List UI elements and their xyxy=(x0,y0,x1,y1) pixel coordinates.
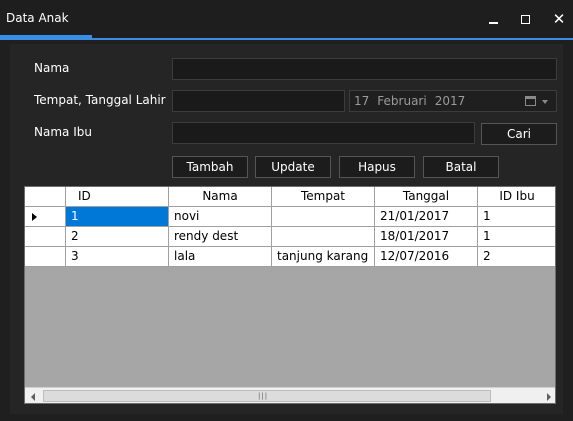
nama-ibu-input[interactable] xyxy=(172,122,475,144)
close-icon: ✕ xyxy=(552,10,566,28)
nama-ibu-label: Nama Ibu xyxy=(34,125,92,139)
cell-id-ibu[interactable]: 2 xyxy=(478,247,555,267)
cari-button[interactable]: Cari xyxy=(481,123,557,145)
cell-nama[interactable]: novi xyxy=(169,207,272,227)
minimize-button[interactable] xyxy=(484,10,502,28)
row-header[interactable] xyxy=(25,227,66,247)
cell-nama[interactable]: lala xyxy=(169,247,272,267)
close-button[interactable]: ✕ xyxy=(550,10,568,28)
tanggal-lahir-date-picker[interactable]: 17 Februari 2017 xyxy=(349,90,557,112)
cell-nama[interactable]: rendy dest xyxy=(169,227,272,247)
maximize-icon xyxy=(520,14,530,24)
cell-tanggal[interactable]: 21/01/2017 xyxy=(375,207,478,227)
current-row-arrow-icon xyxy=(32,213,37,221)
scrollbar-thumb[interactable]: ||| xyxy=(43,390,491,402)
hapus-button[interactable]: Hapus xyxy=(339,156,415,178)
maximize-button[interactable] xyxy=(516,10,534,28)
title-tab: Data Anak xyxy=(0,0,92,38)
window-title: Data Anak xyxy=(6,11,69,25)
date-year: 2017 xyxy=(434,94,466,108)
nama-input[interactable] xyxy=(172,58,557,80)
minimize-icon xyxy=(488,22,498,24)
cell-tempat[interactable] xyxy=(272,207,375,227)
cell-tempat[interactable]: tanjung karang xyxy=(272,247,375,267)
nama-label: Nama xyxy=(34,61,70,75)
table-row[interactable]: 1 novi 21/01/2017 1 xyxy=(25,207,555,227)
column-header-tempat[interactable]: Tempat xyxy=(272,187,375,207)
tempat-tanggal-lahir-label: Tempat, Tanggal Lahir xyxy=(34,93,166,107)
cell-id-ibu[interactable]: 1 xyxy=(478,207,555,227)
tempat-input[interactable] xyxy=(172,90,345,112)
date-month: Februari xyxy=(377,94,427,108)
table-row[interactable]: 2 rendy dest 18/01/2017 1 xyxy=(25,227,555,247)
data-grid[interactable]: ID Nama Tempat Tanggal ID Ibu 1 novi 21/… xyxy=(24,186,556,404)
title-bar: Data Anak ✕ xyxy=(0,0,573,40)
cell-tanggal[interactable]: 18/01/2017 xyxy=(375,227,478,247)
row-header-corner xyxy=(25,187,66,207)
row-header[interactable] xyxy=(25,247,66,267)
column-header-id[interactable]: ID xyxy=(66,187,169,207)
grid-header-row: ID Nama Tempat Tanggal ID Ibu xyxy=(25,187,555,207)
cell-tempat[interactable] xyxy=(272,227,375,247)
date-day: 17 xyxy=(354,94,370,108)
cell-tanggal[interactable]: 12/07/2016 xyxy=(375,247,478,267)
cell-id[interactable]: 1 xyxy=(66,207,169,227)
column-header-nama[interactable]: Nama xyxy=(169,187,272,207)
scroll-right-icon[interactable] xyxy=(547,393,551,401)
horizontal-scrollbar[interactable]: ||| xyxy=(25,387,555,403)
cell-id[interactable]: 3 xyxy=(66,247,169,267)
row-header[interactable] xyxy=(25,207,66,227)
grip-icon: ||| xyxy=(258,392,269,400)
chevron-down-icon[interactable] xyxy=(542,100,548,104)
batal-button[interactable]: Batal xyxy=(423,156,499,178)
table-row[interactable]: 3 lala tanjung karang 12/07/2016 2 xyxy=(25,247,555,267)
column-header-id-ibu[interactable]: ID Ibu xyxy=(478,187,555,207)
cell-id[interactable]: 2 xyxy=(66,227,169,247)
scroll-left-icon[interactable] xyxy=(31,393,35,401)
cell-id-ibu[interactable]: 1 xyxy=(478,227,555,247)
calendar-icon xyxy=(525,96,536,106)
column-header-tanggal[interactable]: Tanggal xyxy=(375,187,478,207)
update-button[interactable]: Update xyxy=(255,156,331,178)
tambah-button[interactable]: Tambah xyxy=(172,156,248,178)
